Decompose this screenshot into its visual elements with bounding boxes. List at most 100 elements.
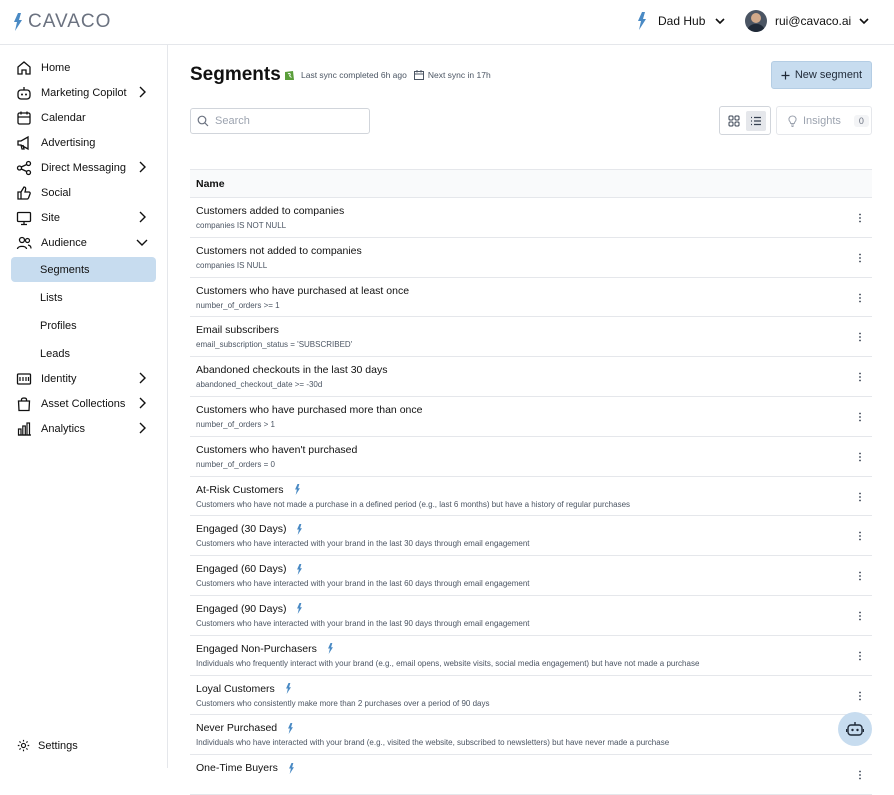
sidebar-item-settings[interactable]: Settings [17,739,78,752]
chevron-right-icon [139,397,146,409]
segments-table: Name Customers added to companies compani… [190,169,872,795]
settings-label: Settings [38,739,78,752]
list-view-button[interactable] [746,110,766,131]
page-title: Segments [190,64,281,85]
sidebar-item-label: Marketing Copilot [41,86,127,99]
sidebar-item-advertising[interactable]: Advertising [11,130,156,155]
sidebar-item-identity[interactable]: Identity [11,366,156,391]
sidebar-item-label: Social [41,186,71,199]
sidebar-item-segments[interactable]: Segments [11,257,156,282]
segment-name-cell: Never Purchased [196,722,295,734]
segment-description: companies IS NULL [196,260,268,270]
sidebar-item-social[interactable]: Social [11,180,156,205]
robot-icon [16,85,32,101]
segment-name[interactable]: Customers not added to companies [196,245,362,257]
search-box[interactable] [190,108,370,134]
search-input[interactable] [215,115,355,127]
segment-name[interactable]: Never Purchased [196,722,277,734]
segment-name[interactable]: Engaged Non-Purchasers [196,643,317,655]
table-row[interactable]: Customers who have purchased at least on… [190,278,872,318]
segment-name[interactable]: Loyal Customers [196,683,275,695]
table-row[interactable]: Engaged Non-Purchasers Individuals who fr… [190,636,872,676]
sidebar-item-lists[interactable]: Lists [11,285,156,310]
table-row[interactable]: Loyal Customers Customers who consistentl… [190,676,872,716]
sidebar-item-label: Direct Messaging [41,161,126,174]
segment-name[interactable]: Customers who haven't purchased [196,444,357,456]
new-segment-button[interactable]: New segment [771,61,872,89]
sidebar-item-leads[interactable]: Leads [11,341,156,366]
sidebar-item-analytics[interactable]: Analytics [11,416,156,441]
segment-name[interactable]: Customers added to companies [196,205,344,217]
table-row[interactable]: At-Risk Customers Customers who have not … [190,477,872,517]
segment-name-cell: Customers who haven't purchased [196,444,357,456]
sidebar-item-label: Advertising [41,136,96,149]
segment-name-cell: Engaged (60 Days) [196,563,304,575]
more-options-icon[interactable] [856,610,864,622]
more-options-icon[interactable] [856,570,864,582]
more-options-icon[interactable] [856,411,864,423]
hub-selector[interactable]: Dad Hub [636,12,725,30]
segment-description: companies IS NOT NULL [196,221,287,230]
sidebar-item-site[interactable]: Site [11,205,156,230]
table-row[interactable]: Engaged (90 Days) Customers who have inte… [190,596,872,636]
shopify-icon [285,71,294,80]
table-row[interactable]: Customers who have purchased more than o… [190,397,872,437]
more-options-icon[interactable] [856,212,864,224]
share-icon [16,160,32,176]
more-options-icon[interactable] [856,292,864,304]
copilot-chat-button[interactable] [838,712,872,746]
segment-name[interactable]: Customers who have purchased at least on… [196,285,409,297]
segment-name-cell: Customers added to companies [196,205,344,217]
home-icon [16,60,32,76]
segment-name[interactable]: At-Risk Customers [196,484,284,496]
table-row[interactable]: Abandoned checkouts in the last 30 days a… [190,357,872,397]
table-row[interactable]: Engaged (60 Days) Customers who have inte… [190,556,872,596]
segment-name[interactable]: Abandoned checkouts in the last 30 days [196,364,387,376]
gear-icon [17,739,30,752]
chevron-right-icon [139,161,146,173]
users-icon [16,235,32,251]
more-options-icon[interactable] [856,371,864,383]
segment-name-cell: Engaged (90 Days) [196,603,304,615]
sidebar-item-asset-collections[interactable]: Asset Collections [11,391,156,416]
segment-name[interactable]: Engaged (90 Days) [196,603,286,615]
sidebar: Home Marketing Copilot Calendar Advertis… [0,45,168,768]
sidebar-item-home[interactable]: Home [11,55,156,80]
table-row[interactable]: Engaged (30 Days) Customers who have inte… [190,516,872,557]
table-row[interactable]: One-Time Buyers [190,755,872,795]
segment-name[interactable]: Customers who have purchased more than o… [196,404,422,416]
user-menu[interactable]: rui@cavaco.ai [745,10,869,32]
segment-name[interactable]: One-Time Buyers [196,762,278,774]
segment-name[interactable]: Email subscribers [196,324,279,336]
more-options-icon[interactable] [856,530,864,542]
sidebar-item-audience[interactable]: Audience [11,230,156,255]
more-options-icon[interactable] [856,769,864,781]
more-options-icon[interactable] [856,491,864,503]
segment-name[interactable]: Engaged (30 Days) [196,523,286,535]
sidebar-item-label: Profiles [40,319,77,332]
table-row[interactable]: Email subscribers email_subscription_stat… [190,317,872,358]
sidebar-item-direct-messaging[interactable]: Direct Messaging [11,155,156,180]
sidebar-item-marketing-copilot[interactable]: Marketing Copilot [11,80,156,105]
more-options-icon[interactable] [856,252,864,264]
table-row[interactable]: Customers who haven't purchased number_of… [190,437,872,477]
insights-button[interactable]: Insights 0 [776,106,872,135]
more-options-icon[interactable] [856,451,864,463]
main-content: Segments Last sync completed 6h ago Next… [168,45,894,795]
monitor-icon [16,210,32,226]
column-header-name[interactable]: Name [196,178,225,190]
table-row[interactable]: Customers not added to companies companie… [190,238,872,278]
chevron-right-icon [139,86,146,98]
segment-name[interactable]: Engaged (60 Days) [196,563,286,575]
more-options-icon[interactable] [856,690,864,702]
cavaco-logo[interactable]: CAVACO [12,11,111,33]
table-row[interactable]: Customers added to companies companies IS… [190,198,872,238]
more-options-icon[interactable] [856,650,864,662]
sidebar-item-calendar[interactable]: Calendar [11,105,156,130]
segment-name-cell: Engaged (30 Days) [196,523,304,535]
sidebar-item-profiles[interactable]: Profiles [11,313,156,338]
more-options-icon[interactable] [856,331,864,343]
segment-description: Customers who have interacted with your … [196,618,530,628]
grid-view-button[interactable] [724,111,744,131]
table-row[interactable]: Never Purchased Individuals who have inte… [190,715,872,756]
